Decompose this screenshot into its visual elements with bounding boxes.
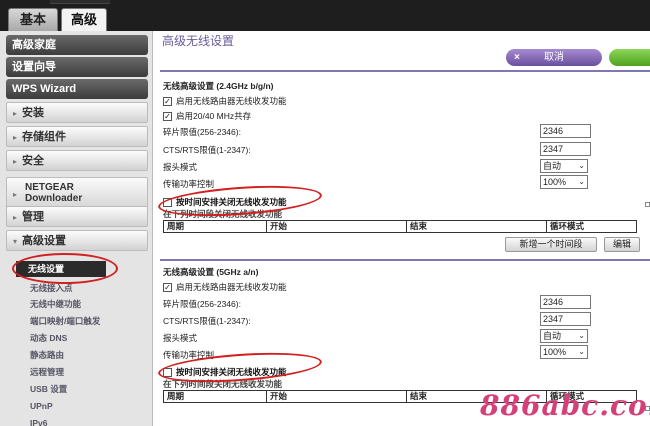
tab-advanced[interactable]: 高级 [61, 8, 107, 31]
enable-radio-24ghz[interactable]: ✓ 启用无线路由器无线收发功能 [163, 95, 287, 107]
power-select-24ghz[interactable]: 100% ⌄ [540, 175, 588, 189]
table-header: 周期 [167, 391, 185, 401]
power-label-24ghz: 传输功率控制 [163, 179, 215, 189]
enable-radio-5ghz[interactable]: ✓ 启用无线路由器无线收发功能 [163, 281, 287, 293]
close-icon: × [514, 52, 520, 63]
rts-input-24ghz[interactable]: 2347 [540, 142, 591, 156]
annotation-oval [12, 253, 118, 284]
edit-button[interactable]: 编辑 [604, 237, 640, 252]
chevron-right-icon: ▸ [13, 133, 18, 142]
sidebar-item-label: 安全 [22, 155, 45, 167]
sidebar-subitem-port-forwarding[interactable]: 端口映射/端口触发 [30, 314, 100, 328]
chevron-right-icon: ▸ [13, 157, 18, 166]
chevron-right-icon: ▸ [13, 109, 18, 118]
table-header: 开始 [266, 221, 406, 232]
sidebar-item-label: 存储组件 [22, 131, 67, 143]
add-period-button[interactable]: 新增一个时间段 [505, 237, 597, 252]
table-header: 周期 [167, 221, 185, 231]
chevron-down-icon: ⌄ [578, 347, 585, 356]
coexist-20-40-24ghz[interactable]: ✓ 启用20/40 MHz共存 [163, 110, 251, 122]
sidebar-item-advanced-setup[interactable]: ▾ 高级设置 [6, 230, 148, 251]
table-header: 循环模式 [546, 221, 636, 232]
sidebar-item-label: 管理 [22, 211, 45, 223]
select-value: 自动 [543, 331, 562, 341]
sidebar-item-label: 高级设置 [22, 235, 67, 247]
chevron-down-icon: ⌄ [578, 331, 585, 340]
sidebar-item-storage[interactable]: ▸ 存储组件 [6, 126, 148, 147]
sidebar-subitem-static-routes[interactable]: 静态路由 [30, 348, 64, 362]
checkbox-label: 启用无线路由器无线收发功能 [176, 96, 287, 106]
section-divider [160, 259, 650, 261]
preamble-label-24ghz: 报头模式 [163, 162, 198, 172]
chevron-down-icon: ⌄ [578, 161, 585, 170]
preamble-select-24ghz[interactable]: 自动 ⌄ [540, 159, 588, 173]
sidebar-subitem-dynamic-dns[interactable]: 动态 DNS [30, 331, 67, 345]
fragment-input-5ghz[interactable]: 2346 [540, 295, 591, 309]
sidebar-item-wps-wizard[interactable]: WPS Wizard [6, 79, 148, 99]
header-divider [160, 70, 650, 72]
sidebar-item-setup-wizard[interactable]: 设置向导 [6, 57, 148, 77]
preamble-select-5ghz[interactable]: 自动 ⌄ [540, 329, 588, 343]
sidebar-subitem-usb-settings[interactable]: USB 设置 [30, 382, 67, 396]
section-title-5ghz: 无线高级设置 (5GHz a/n) [163, 267, 259, 277]
sidebar-subitem-remote-management[interactable]: 远程管理 [30, 365, 64, 379]
sidebar-subitem-ipv6[interactable]: IPv6 [30, 416, 48, 426]
sidebar-item-label: 安装 [22, 107, 45, 119]
tab-basic[interactable]: 基本 [8, 8, 58, 31]
sidebar: 高级家庭 设置向导 WPS Wizard ▸ 安装 ▸ 存储组件 ▸ 安全 ▸ NET… [0, 31, 153, 426]
fragment-input-24ghz[interactable]: 2346 [540, 124, 591, 138]
fragment-label-5ghz: 碎片限值(256-2346): [163, 299, 241, 309]
resize-handle[interactable] [645, 202, 650, 207]
power-select-5ghz[interactable]: 100% ⌄ [540, 345, 588, 359]
checkbox-label: 启用20/40 MHz共存 [176, 111, 252, 121]
fragment-label-24ghz: 碎片限值(256-2346): [163, 127, 241, 137]
sidebar-subitem-wireless-repeater[interactable]: 无线中继功能 [30, 297, 81, 311]
chevron-down-icon: ▾ [13, 237, 18, 246]
checkbox[interactable]: ✓ [163, 111, 172, 121]
watermark: 886abc.com [480, 389, 650, 422]
rts-label-24ghz: CTS/RTS限值(1-2347): [163, 145, 251, 155]
schedule-table-24ghz: 周期 开始 结束 循环模式 [163, 220, 637, 233]
top-bar: 基本 高级 [0, 0, 650, 31]
brand-strip [50, 0, 110, 4]
chevron-down-icon: ⌄ [578, 177, 585, 186]
select-value: 100% [543, 347, 567, 357]
select-value: 100% [543, 177, 567, 187]
checkbox[interactable]: ✓ [163, 282, 172, 292]
sidebar-item-security[interactable]: ▸ 安全 [6, 150, 148, 171]
section-title-24ghz: 无线高级设置 (2.4GHz b/g/n) [163, 81, 274, 91]
apply-button[interactable] [609, 49, 650, 66]
checkbox[interactable]: ✓ [163, 96, 172, 106]
sidebar-item-advanced-home[interactable]: 高级家庭 [6, 35, 148, 55]
cancel-button[interactable]: × 取消 [506, 49, 602, 66]
chevron-right-icon: ▸ [13, 190, 18, 199]
sidebar-item-setup[interactable]: ▸ 安装 [6, 102, 148, 123]
rts-input-5ghz[interactable]: 2347 [540, 312, 591, 326]
checkbox-label: 启用无线路由器无线收发功能 [176, 282, 287, 292]
page-title: 高级无线设置 [162, 34, 235, 48]
select-value: 自动 [543, 161, 562, 171]
sidebar-item-label: Downloader [25, 193, 83, 204]
table-header: 开始 [266, 391, 406, 402]
cancel-button-label: 取消 [544, 52, 564, 63]
chevron-right-icon: ▸ [13, 213, 18, 222]
sidebar-item-label: NETGEAR [25, 182, 74, 193]
sidebar-item-administration[interactable]: ▸ 管理 [6, 206, 148, 227]
preamble-label-5ghz: 报头模式 [163, 333, 198, 343]
sidebar-subitem-upnp[interactable]: UPnP [30, 399, 53, 413]
rts-label-5ghz: CTS/RTS限值(1-2347): [163, 316, 251, 326]
table-header: 结束 [406, 221, 546, 232]
